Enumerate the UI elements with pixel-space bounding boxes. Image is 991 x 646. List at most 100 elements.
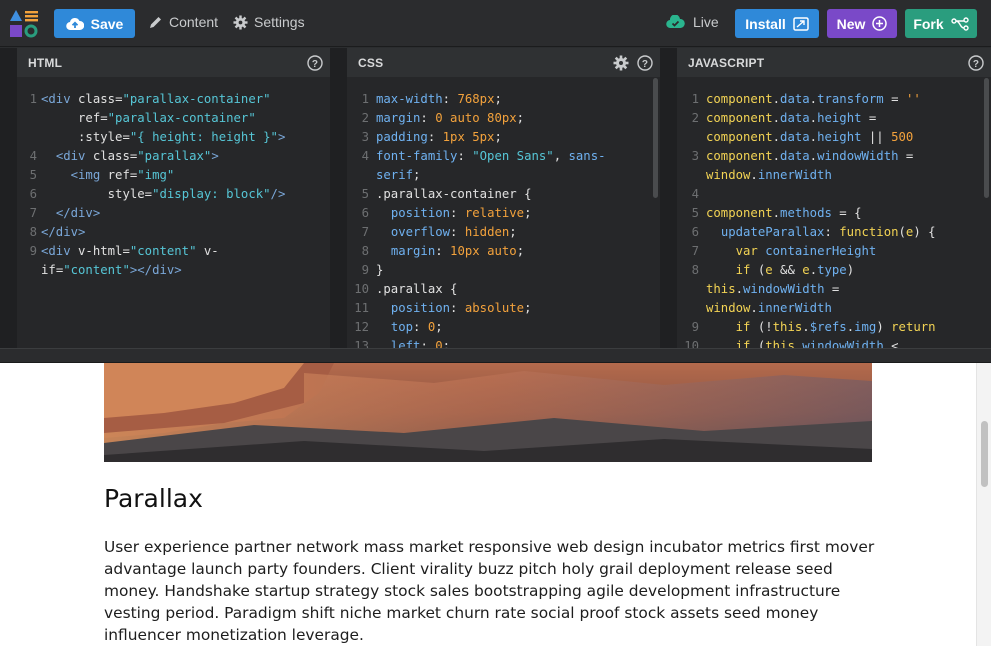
code-line[interactable]: 10 .parallax { xyxy=(347,280,660,299)
js-scrollbar[interactable] xyxy=(984,78,989,198)
help-icon[interactable]: ? xyxy=(307,54,323,71)
code-line[interactable]: 10 if (this.windowWidth < xyxy=(677,337,991,348)
code-text[interactable]: </div> xyxy=(41,204,100,223)
css-code[interactable]: 1 max-width: 768px; 2 margin: 0 auto 80px; 3… xyxy=(347,77,660,348)
code-text[interactable]: margin: 0 auto 80px; xyxy=(376,109,524,128)
code-line[interactable]: 2 margin: 0 auto 80px; xyxy=(347,109,660,128)
code-text[interactable]: this.windowWidth = xyxy=(706,280,839,299)
app-logo-icon[interactable] xyxy=(9,9,39,39)
code-text[interactable]: component.data.height = xyxy=(706,109,876,128)
code-line[interactable]: if="content"></div> xyxy=(17,261,330,280)
code-line[interactable]: window.innerWidth xyxy=(677,299,991,318)
code-text[interactable]: padding: 1px 5px; xyxy=(376,128,502,147)
code-text[interactable]: position: relative; xyxy=(376,204,532,223)
code-text[interactable]: updateParallax: function(e) { xyxy=(706,223,936,242)
live-status[interactable]: Live xyxy=(666,14,719,30)
code-text[interactable]: component.data.height || 500 xyxy=(706,128,913,147)
code-line[interactable]: 6 position: relative; xyxy=(347,204,660,223)
code-line[interactable]: 8 if (e && e.type) xyxy=(677,261,991,280)
code-line[interactable]: 3 padding: 1px 5px; xyxy=(347,128,660,147)
code-text[interactable]: .parallax { xyxy=(376,280,457,299)
code-text[interactable]: if (!this.$refs.img) return xyxy=(706,318,936,337)
code-text[interactable]: left: 0; xyxy=(376,337,450,348)
code-line[interactable]: 13 left: 0; xyxy=(347,337,660,348)
code-line[interactable]: 5 .parallax-container { xyxy=(347,185,660,204)
code-line[interactable]: 6 updateParallax: function(e) { xyxy=(677,223,991,242)
content-link[interactable]: Content xyxy=(148,14,218,30)
code-text[interactable]: :style="{ height: height }"> xyxy=(41,128,285,147)
code-line[interactable]: 4 xyxy=(677,185,991,204)
code-text[interactable]: font-family: "Open Sans", sans- xyxy=(376,147,606,166)
code-text[interactable]: overflow: hidden; xyxy=(376,223,517,242)
code-line[interactable]: ref="parallax-container" xyxy=(17,109,330,128)
code-text[interactable]: if="content"></div> xyxy=(41,261,182,280)
code-text[interactable]: .parallax-container { xyxy=(376,185,531,204)
code-text[interactable]: } xyxy=(376,261,383,280)
code-text[interactable]: </div> xyxy=(41,223,85,242)
settings-link[interactable]: Settings xyxy=(233,14,305,30)
code-text[interactable]: position: absolute; xyxy=(376,299,532,318)
code-line[interactable]: serif; xyxy=(347,166,660,185)
code-text[interactable]: <div class="parallax"> xyxy=(41,147,219,166)
code-line[interactable]: 2 component.data.height = xyxy=(677,109,991,128)
code-text[interactable]: window.innerWidth xyxy=(706,166,832,185)
code-text[interactable]: if (this.windowWidth < xyxy=(706,337,899,348)
new-button[interactable]: New xyxy=(827,9,897,38)
code-text[interactable]: if (e && e.type) xyxy=(706,261,855,280)
code-line[interactable]: component.data.height || 500 xyxy=(677,128,991,147)
code-line[interactable]: 7 overflow: hidden; xyxy=(347,223,660,242)
help-icon[interactable]: ? xyxy=(637,54,653,71)
code-line[interactable]: 1 <div class="parallax-container" xyxy=(17,90,330,109)
html-code[interactable]: 1 <div class="parallax-container" ref="pa… xyxy=(17,77,330,280)
preview-scrollbar-thumb[interactable] xyxy=(981,421,988,487)
code-text[interactable]: component.data.windowWidth = xyxy=(706,147,913,166)
code-text[interactable]: window.innerWidth xyxy=(706,299,832,318)
code-line[interactable]: 9} xyxy=(347,261,660,280)
code-text[interactable]: serif; xyxy=(376,166,420,185)
code-line[interactable]: 3 component.data.windowWidth = xyxy=(677,147,991,166)
code-line[interactable]: window.innerWidth xyxy=(677,166,991,185)
code-text[interactable]: max-width: 768px; xyxy=(376,90,502,109)
code-text[interactable]: <div class="parallax-container" xyxy=(41,90,271,109)
js-code[interactable]: 1 component.data.transform = '' 2 component… xyxy=(677,77,991,348)
code-text[interactable]: <div v-html="content" v- xyxy=(41,242,219,261)
fork-button[interactable]: Fork xyxy=(905,9,977,38)
gear-icon[interactable] xyxy=(613,55,629,71)
code-line[interactable]: 5 component.methods = { xyxy=(677,204,991,223)
code-line[interactable]: 1 component.data.transform = '' xyxy=(677,90,991,109)
code-text[interactable]: ref="parallax-container" xyxy=(41,109,256,128)
code-line[interactable]: :style="{ height: height }"> xyxy=(17,128,330,147)
code-text[interactable]: margin: 10px auto; xyxy=(376,242,524,261)
preview-scrollbar[interactable] xyxy=(976,363,991,646)
code-line[interactable]: 9 <div v-html="content" v- xyxy=(17,242,330,261)
code-line[interactable]: 8 </div> xyxy=(17,223,330,242)
code-line[interactable]: 11 position: absolute; xyxy=(347,299,660,318)
pane-gutter[interactable] xyxy=(660,48,677,348)
install-button[interactable]: Install xyxy=(735,9,819,38)
save-button[interactable]: Save xyxy=(54,9,135,38)
code-line[interactable]: 6 style="display: block"/> xyxy=(17,185,330,204)
css-scrollbar[interactable] xyxy=(653,78,658,198)
css-editor-pane[interactable]: CSS ? 1 max-width: 768px; 2 margin: 0 auto … xyxy=(347,48,660,348)
code-text[interactable]: style="display: block"/> xyxy=(41,185,286,204)
code-line[interactable]: this.windowWidth = xyxy=(677,280,991,299)
code-text[interactable]: component.data.transform = '' xyxy=(706,90,921,109)
js-editor-pane[interactable]: JAVASCRIPT ? 1 component.data.transform =… xyxy=(677,48,991,348)
pane-resize-divider[interactable] xyxy=(0,348,991,363)
code-text[interactable]: <img ref="img" xyxy=(41,166,175,185)
code-line[interactable]: 5 <img ref="img" xyxy=(17,166,330,185)
code-line[interactable]: 4 font-family: "Open Sans", sans- xyxy=(347,147,660,166)
code-line[interactable]: 1 max-width: 768px; xyxy=(347,90,660,109)
code-line[interactable]: 8 margin: 10px auto; xyxy=(347,242,660,261)
code-line[interactable]: 9 if (!this.$refs.img) return xyxy=(677,318,991,337)
code-line[interactable]: 12 top: 0; xyxy=(347,318,660,337)
code-line[interactable]: 7 var containerHeight xyxy=(677,242,991,261)
code-line[interactable]: 7 </div> xyxy=(17,204,330,223)
help-icon[interactable]: ? xyxy=(968,54,984,71)
code-text[interactable]: var containerHeight xyxy=(706,242,877,261)
pane-gutter[interactable] xyxy=(330,48,347,348)
code-text[interactable]: component.methods = { xyxy=(706,204,862,223)
code-text[interactable]: top: 0; xyxy=(376,318,443,337)
code-line[interactable]: 4 <div class="parallax"> xyxy=(17,147,330,166)
html-editor-pane[interactable]: HTML ? 1 <div class="parallax-container" … xyxy=(17,48,330,348)
